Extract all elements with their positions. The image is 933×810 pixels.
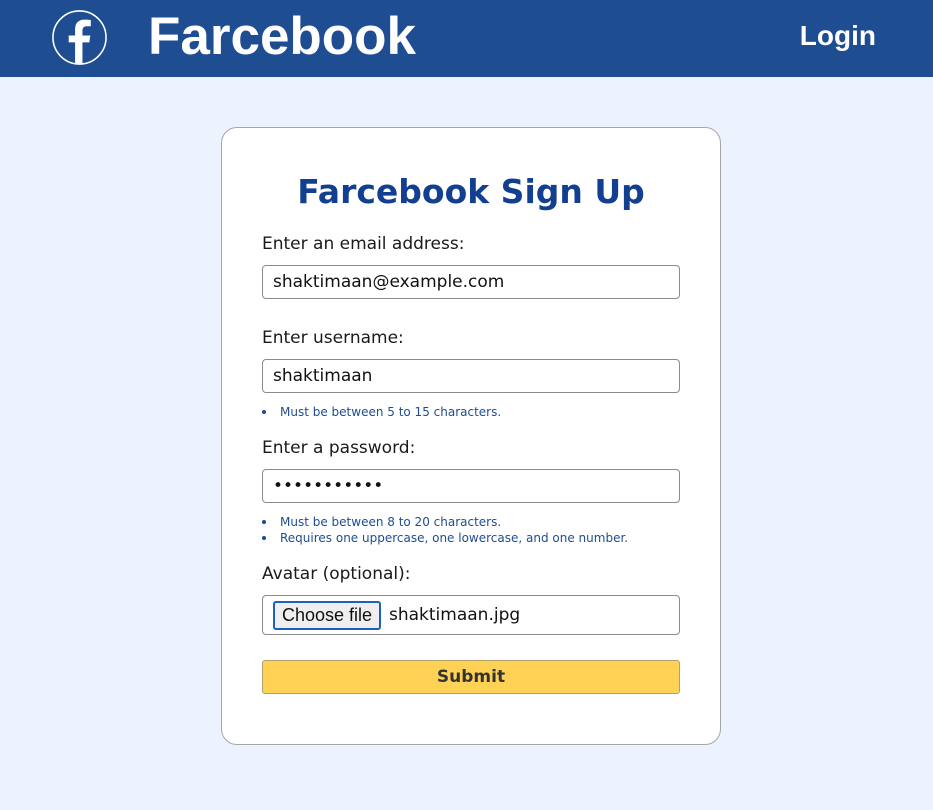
username-hint: Must be between 5 to 15 characters. (262, 404, 692, 420)
selected-file-name: shaktimaan.jpg (389, 605, 521, 625)
signup-form: Farcebook Sign Up Enter an email address… (221, 127, 721, 745)
email-label: Enter an email address: (262, 234, 465, 254)
email-field[interactable] (262, 265, 680, 299)
form-title: Farcebook Sign Up (297, 172, 645, 211)
password-hint-chars: Requires one uppercase, one lowercase, a… (262, 530, 692, 546)
password-label: Enter a password: (262, 438, 416, 458)
brand-title[interactable]: Farcebook (148, 7, 416, 67)
navbar: Farcebook Login (0, 0, 933, 77)
avatar-label: Avatar (optional): (262, 564, 411, 584)
login-link[interactable]: Login (800, 18, 876, 54)
username-hints: Must be between 5 to 15 characters. (262, 404, 692, 420)
submit-button[interactable]: Submit (262, 660, 680, 694)
username-label: Enter username: (262, 328, 404, 348)
password-field[interactable] (262, 469, 680, 503)
facebook-f-icon[interactable] (51, 9, 108, 66)
avatar-file-input[interactable]: Choose file shaktimaan.jpg (262, 595, 680, 635)
password-hints: Must be between 8 to 20 characters. Requ… (262, 514, 692, 546)
password-hint-length: Must be between 8 to 20 characters. (262, 514, 692, 530)
choose-file-button[interactable]: Choose file (273, 601, 382, 630)
username-field[interactable] (262, 359, 680, 393)
